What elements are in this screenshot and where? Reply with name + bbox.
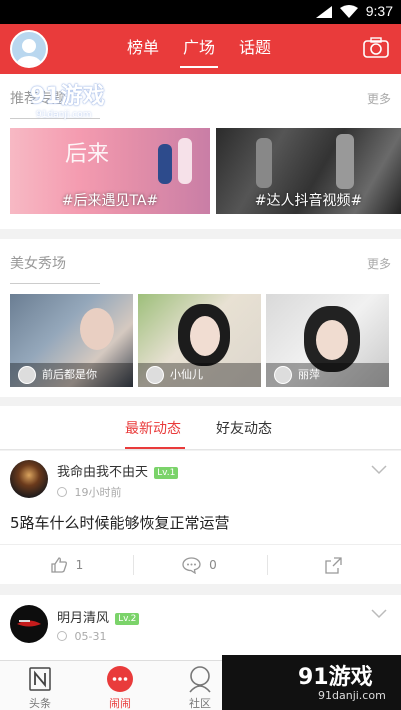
beauty-avatar (18, 366, 36, 384)
active-tab-indicator (125, 447, 185, 449)
topic-card[interactable]: 后来 #后来遇见TA# (10, 128, 210, 214)
clock-icon (57, 631, 67, 641)
poster-name[interactable]: 明月清风 (57, 611, 109, 626)
nav-label: 头条 (29, 697, 51, 710)
camera-icon[interactable] (363, 37, 389, 59)
beauty-title: 美女秀场 (10, 255, 66, 271)
face-shape (80, 308, 114, 350)
post-actions: 1 0 (0, 544, 401, 584)
chat-bubble-icon (107, 666, 133, 692)
figure-decoration (256, 138, 272, 188)
status-time: 9:37 (365, 3, 393, 19)
beauty-name-bar: 丽萍 (266, 363, 389, 387)
comment-count: 0 (209, 558, 217, 572)
user-silhouette-icon (16, 39, 42, 66)
comment-icon (182, 556, 201, 574)
share-button[interactable] (267, 545, 400, 585)
post-time-row: 05-31 (57, 630, 106, 643)
feed-post[interactable]: 我命由我不由天 Lv.1 19小时前 5路车什么时候能够恢复正常运营 1 0 (0, 451, 401, 584)
feed-post[interactable]: 明月清风 Lv.2 05-31 (0, 595, 401, 660)
watermark-domain: 91danji.com (36, 110, 92, 120)
nav-label: 闹闹 (109, 697, 131, 710)
like-count: 1 (75, 558, 84, 572)
beauty-name-bar: 前后都是你 (10, 363, 133, 387)
header-tabs: 榜单 广场 话题 (115, 24, 283, 74)
community-icon (189, 666, 211, 693)
figure-decoration (336, 134, 354, 189)
poster-avatar[interactable] (10, 605, 48, 643)
share-icon (325, 556, 342, 574)
topic-caption: #达人抖音视频# (254, 193, 363, 209)
like-button[interactable]: 1 (0, 545, 133, 585)
thumbs-up-icon (51, 557, 67, 573)
watermark-brand: 91游戏 (30, 84, 105, 109)
figure-decoration (178, 138, 192, 184)
watermark-brand: 91游戏 (298, 665, 373, 690)
poster-name[interactable]: 我命由我不由天 (57, 465, 148, 480)
topic-art-text: 后来 (65, 142, 110, 167)
topic-card[interactable]: #达人抖音视频# (216, 128, 401, 214)
tab-square[interactable]: 广场 (171, 24, 227, 74)
signal-icon (316, 6, 332, 18)
poster-avatar[interactable] (10, 460, 48, 498)
status-bar: 9:37 (0, 0, 401, 24)
top-header: 榜单 广场 话题 (0, 24, 401, 74)
avatar-logo-image (11, 606, 47, 642)
watermark-badge: 91游戏 91danji.com (222, 655, 401, 710)
chevron-down-icon[interactable] (371, 465, 387, 475)
face-shape (190, 316, 220, 356)
feed-tabs: 最新动态 好友动态 (0, 406, 401, 450)
user-avatar[interactable] (10, 30, 48, 68)
nav-chat[interactable]: 闹闹 (80, 661, 160, 710)
poster-name-row: 明月清风 Lv.2 (57, 607, 140, 626)
beauty-avatar (146, 366, 164, 384)
watermark-domain: 91danji.com (318, 689, 386, 702)
level-badge: Lv.2 (115, 612, 140, 625)
tab-topics[interactable]: 话题 (227, 24, 283, 74)
post-time: 05-31 (74, 630, 107, 643)
chevron-down-icon[interactable] (371, 609, 387, 619)
beauty-more-link[interactable]: 更多 (367, 255, 391, 272)
wifi-icon (340, 5, 358, 18)
beauty-section: 美女秀场 更多 前后都是你 小仙儿 丽萍 (0, 239, 401, 397)
section-divider (10, 283, 100, 284)
clock-icon (57, 487, 67, 497)
beauty-avatar (274, 366, 292, 384)
beauty-name: 小仙儿 (170, 368, 203, 381)
post-time: 19小时前 (74, 486, 122, 499)
news-icon (29, 667, 51, 691)
figure-decoration (158, 144, 172, 184)
tab-ranking[interactable]: 榜单 (115, 24, 171, 74)
beauty-name-bar: 小仙儿 (138, 363, 261, 387)
recommend-more-link[interactable]: 更多 (367, 90, 391, 107)
post-time-row: 19小时前 (57, 484, 122, 500)
beauty-card[interactable]: 前后都是你 (10, 294, 133, 387)
beauty-card[interactable]: 丽萍 (266, 294, 389, 387)
watermark-logo: 91游戏 91danji.com (30, 78, 105, 120)
comment-button[interactable]: 0 (133, 545, 266, 585)
nav-headlines[interactable]: 头条 (0, 661, 80, 710)
tab-friends[interactable]: 好友动态 (216, 418, 272, 438)
beauty-name: 前后都是你 (42, 368, 97, 381)
beauty-name: 丽萍 (298, 368, 320, 381)
level-badge: Lv.1 (154, 466, 179, 479)
tab-latest[interactable]: 最新动态 (125, 418, 181, 438)
beauty-card[interactable]: 小仙儿 (138, 294, 261, 387)
topic-caption: #后来遇见TA# (61, 193, 159, 209)
face-shape (316, 320, 348, 360)
post-content[interactable]: 5路车什么时候能够恢复正常运营 (10, 512, 230, 533)
poster-name-row: 我命由我不由天 Lv.1 (57, 461, 179, 480)
